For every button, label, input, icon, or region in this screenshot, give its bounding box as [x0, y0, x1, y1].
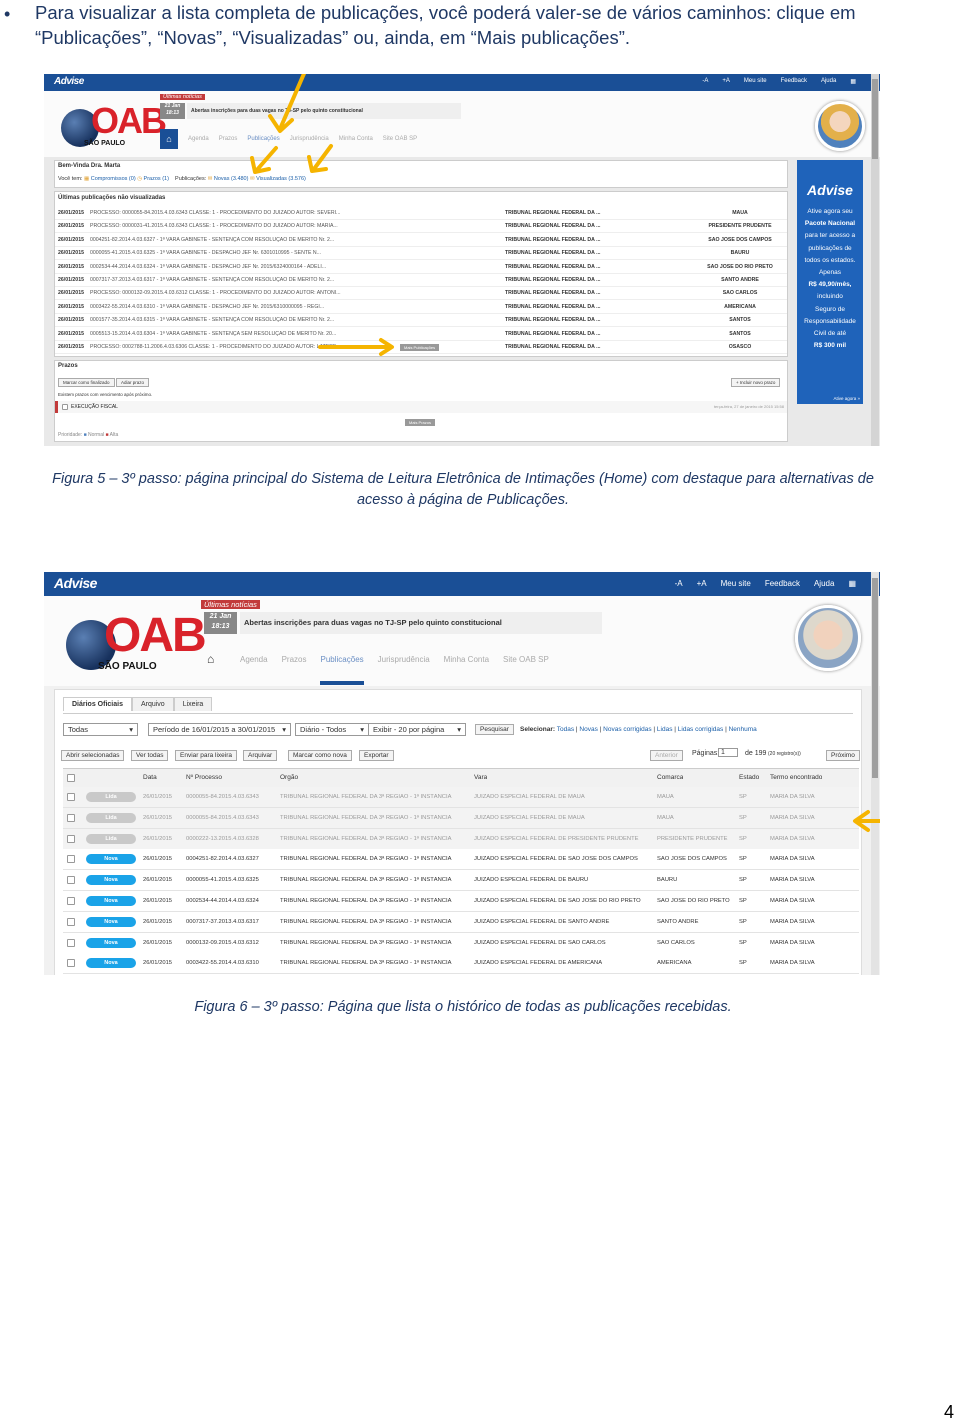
figure-6-caption: Figura 6 – 3º passo: Página que lista o …: [194, 999, 732, 1015]
arrow-to-mais-publicacoes-icon: [318, 338, 394, 356]
highlight-arrows: [250, 74, 394, 356]
arrow-to-novas-icon: [250, 146, 278, 174]
page-number: 4: [943, 1402, 954, 1422]
figure-6-screenshot: Advise -A +A Meu site Feedback Ajuda ▦ OAB SÃ…: [44, 572, 880, 975]
arrow-to-visualizadas-icon: [307, 144, 333, 173]
figure-5-screenshot: Advise -A +A Meu site Feedback Ajuda ▦ OAB SÃ…: [44, 74, 880, 446]
bullet-marker: •: [4, 4, 11, 24]
figure-5-caption: Figura 5 – 3º passo: página principal do…: [52, 471, 874, 508]
arrow-to-lida-row-icon: [853, 810, 880, 832]
highlight-arrow: [853, 810, 880, 832]
arrow-to-publicacoes-icon: [268, 74, 307, 133]
intro-paragraph: Para visualizar a lista completa de publ…: [35, 2, 856, 48]
